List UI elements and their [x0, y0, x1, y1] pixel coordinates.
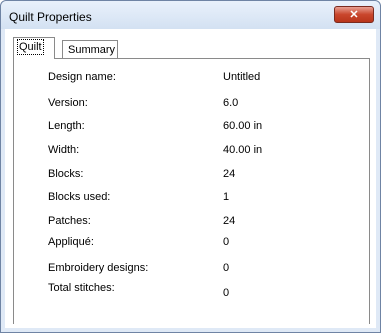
property-label: Design name: [48, 71, 116, 83]
property-label: Length: [48, 120, 85, 132]
property-row-version: Version: 6.0 [14, 97, 369, 113]
property-value: 60.00 in [223, 120, 263, 132]
property-row-width: Width: 40.00 in [14, 144, 369, 160]
dialog-title: Quilt Properties [9, 10, 92, 24]
property-row-design-name: Design name: Untitled [14, 71, 369, 87]
tab-quilt-label: Quilt [17, 39, 44, 55]
quilt-properties-dialog: Quilt Properties ✕ Quilt Summary Design … [0, 0, 381, 333]
property-label: Blocks: [48, 168, 84, 180]
property-value: Untitled [223, 71, 261, 83]
property-value: 24 [223, 168, 236, 180]
property-value: 40.00 in [223, 144, 263, 156]
close-icon: ✕ [349, 9, 359, 21]
tab-summary[interactable]: Summary [62, 40, 118, 59]
property-label: Patches: [48, 215, 91, 227]
property-row-blocks: Blocks: 24 [14, 168, 369, 184]
title-bar[interactable]: Quilt Properties ✕ [1, 1, 380, 29]
tab-quilt[interactable]: Quilt [13, 37, 55, 59]
property-row-total-stitches: Total stitches: 0 [14, 282, 369, 299]
property-label: Width: [48, 144, 80, 156]
property-label: Embroidery designs: [48, 262, 149, 274]
property-label: Appliqué: [48, 236, 94, 248]
property-value: 0 [223, 287, 230, 299]
property-label: Blocks used: [48, 191, 111, 203]
property-row-patches: Patches: 24 [14, 215, 369, 231]
property-row-applique: Appliqué: 0 [14, 236, 369, 252]
property-value: 0 [223, 262, 230, 274]
property-value: 24 [223, 215, 236, 227]
quilt-tab-panel: Design name: Untitled Version: 6.0 Lengt… [13, 58, 370, 324]
property-value: 0 [223, 236, 230, 248]
property-row-embroidery-designs: Embroidery designs: 0 [14, 262, 369, 278]
property-value: 1 [223, 191, 230, 203]
tab-summary-label: Summary [68, 44, 116, 56]
property-value: 6.0 [223, 97, 239, 109]
property-row-blocks-used: Blocks used: 1 [14, 191, 369, 207]
property-label: Version: [48, 97, 88, 109]
close-button[interactable]: ✕ [334, 6, 374, 23]
dialog-client-area: Quilt Summary Design name: Untitled Vers… [5, 29, 376, 328]
property-row-length: Length: 60.00 in [14, 120, 369, 136]
property-label: Total stitches: [48, 282, 115, 294]
